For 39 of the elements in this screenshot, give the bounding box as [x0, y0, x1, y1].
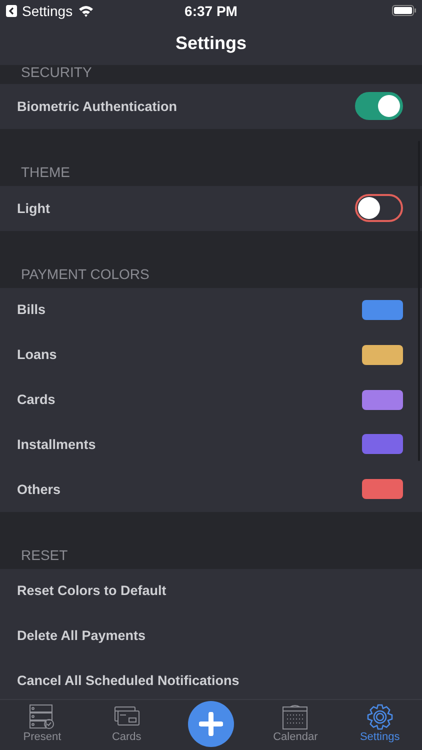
section-header: RESET — [21, 546, 68, 563]
tab-item[interactable]: Present — [0, 700, 84, 750]
row-label: Biometric Authentication — [17, 98, 178, 114]
section-header: THEME — [21, 164, 70, 180]
battery-icon — [392, 5, 416, 16]
screen-title: Settings — [175, 33, 246, 54]
row-label: Bills — [17, 302, 46, 318]
calendar-icon — [282, 704, 308, 730]
settings-row[interactable]: Delete All Payments — [0, 613, 422, 658]
status-time: 6:37 PM — [184, 3, 238, 19]
color-swatch[interactable] — [362, 300, 403, 320]
section-header: PAYMENT COLORS — [21, 266, 150, 282]
row-label: Cancel All Scheduled Notifications — [17, 673, 240, 688]
color-swatch[interactable] — [362, 434, 403, 454]
tab-item[interactable]: Cards — [84, 700, 169, 750]
settings-row[interactable]: Reset Colors to Default — [0, 568, 422, 614]
toggle-switch[interactable] — [355, 194, 403, 222]
color-swatch[interactable] — [362, 390, 403, 410]
back-icon[interactable] — [6, 5, 17, 17]
settings-icon — [366, 704, 393, 730]
row-label: Others — [17, 482, 61, 497]
settings-row[interactable]: Cancel All Scheduled Notifications — [0, 658, 422, 699]
add-button[interactable] — [188, 701, 234, 747]
tab-item[interactable]: Settings — [338, 700, 422, 750]
row-label: Light — [17, 200, 50, 216]
toggle-switch[interactable] — [355, 92, 403, 120]
server-list-icon — [29, 704, 56, 730]
row-label: Cards — [17, 392, 56, 408]
color-swatch[interactable] — [362, 344, 403, 365]
tab-item[interactable]: Calendar — [253, 700, 338, 750]
plus-icon — [199, 712, 224, 736]
row-label: Reset Colors to Default — [17, 583, 166, 598]
section-header: SECURITY — [21, 65, 92, 80]
wifi-icon — [78, 5, 94, 17]
row-label: Loans — [17, 347, 57, 362]
color-swatch[interactable] — [362, 479, 403, 500]
back-app-label[interactable]: Settings — [22, 3, 73, 19]
row-label: Installments — [17, 436, 96, 452]
row-label: Delete All Payments — [17, 628, 146, 644]
